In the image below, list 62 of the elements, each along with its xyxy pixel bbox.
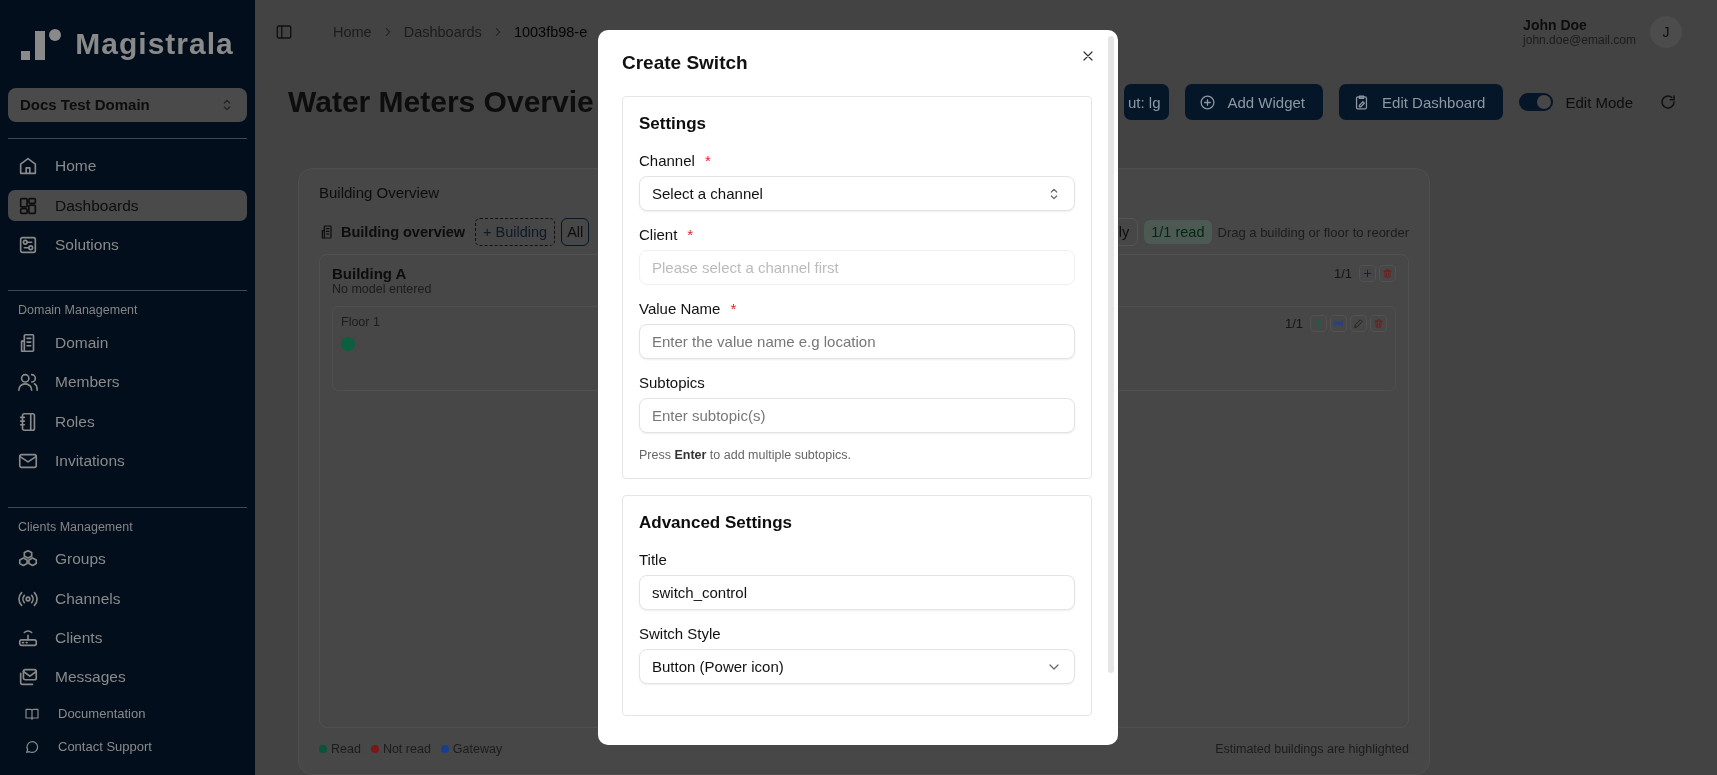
dialog-title: Create Switch bbox=[622, 51, 748, 75]
sidebar-item[interactable]: Home bbox=[8, 150, 247, 182]
sidebar-link[interactable]: Contact Support bbox=[8, 730, 247, 764]
field-label: Switch Style bbox=[639, 625, 721, 642]
read-badge: 1/1 read bbox=[1144, 220, 1212, 244]
required-mark: * bbox=[687, 226, 694, 243]
field-label: Channel bbox=[639, 152, 695, 169]
sidebar-item[interactable]: Clients bbox=[8, 622, 247, 654]
required-mark: * bbox=[704, 152, 711, 169]
scrollbar[interactable] bbox=[1108, 36, 1114, 673]
select-field[interactable]: Button (Power icon) bbox=[639, 649, 1075, 684]
section-label: Building overview bbox=[341, 224, 466, 240]
sidebar-item[interactable]: Solutions bbox=[8, 229, 247, 261]
field-label: Client bbox=[639, 226, 678, 243]
field-label: Value Name bbox=[639, 300, 721, 317]
input-field[interactable]: switch_control bbox=[639, 575, 1075, 610]
sidebar-toggle-icon bbox=[275, 23, 293, 41]
sidebar-item[interactable]: Members bbox=[8, 366, 247, 399]
delete-button[interactable] bbox=[1379, 265, 1396, 282]
input-field[interactable]: Enter the value name e.g location bbox=[639, 324, 1075, 359]
required-mark: * bbox=[730, 300, 737, 317]
router-icon bbox=[17, 627, 39, 649]
section-heading: Domain Management bbox=[17, 302, 139, 320]
chat-icon bbox=[24, 738, 40, 755]
users-icon bbox=[17, 371, 39, 394]
widget-title: Building Overview bbox=[319, 184, 440, 201]
trash-icon bbox=[1373, 318, 1384, 329]
gateway-button[interactable] bbox=[1330, 315, 1347, 332]
panel-title: Settings bbox=[639, 114, 708, 134]
sidebar-item[interactable]: Groups bbox=[8, 543, 247, 575]
action-button[interactable]: Edit Dashboard bbox=[1339, 84, 1504, 120]
add-floor-button[interactable] bbox=[1359, 265, 1376, 282]
trash-icon bbox=[1382, 268, 1393, 279]
meter-dot[interactable] bbox=[341, 337, 355, 351]
panel-title: Advanced Settings bbox=[639, 513, 794, 533]
pencil-icon bbox=[1353, 318, 1364, 329]
section-heading: Clients Management bbox=[17, 518, 134, 536]
plus-icon bbox=[1362, 268, 1373, 279]
action-button[interactable]: Add Widget bbox=[1184, 84, 1324, 120]
edit-mode-toggle[interactable] bbox=[1519, 93, 1554, 111]
field-label: Subtopics bbox=[639, 374, 705, 391]
refresh-icon[interactable] bbox=[1659, 93, 1677, 111]
sidebar-link[interactable]: Documentation bbox=[8, 697, 247, 731]
sidebar-item[interactable]: Domain bbox=[8, 327, 247, 359]
input-field[interactable]: Enter subtopic(s) bbox=[639, 398, 1075, 433]
delete-button[interactable] bbox=[1370, 315, 1387, 332]
sidebar-item[interactable]: Invitations bbox=[8, 445, 247, 477]
logo-text: Magistrala bbox=[75, 27, 234, 62]
select-field[interactable]: Select a channel bbox=[639, 176, 1075, 211]
broadcast-icon bbox=[1333, 318, 1344, 329]
help-text: Press Enter to add multiple subtopics. bbox=[639, 448, 852, 462]
add-meter-button[interactable] bbox=[1310, 315, 1327, 332]
plus-icon bbox=[1313, 318, 1324, 329]
building-name: Building A bbox=[332, 265, 407, 282]
sidebar-item[interactable]: Channels bbox=[8, 582, 247, 615]
sidebar-item[interactable]: Roles bbox=[8, 406, 247, 438]
plus-circle-icon bbox=[1198, 93, 1216, 111]
action-button[interactable]: ut: lg bbox=[1123, 84, 1169, 120]
field-label: Title bbox=[639, 551, 667, 568]
sidebar-item[interactable]: Messages bbox=[8, 661, 247, 694]
building-icon bbox=[319, 224, 335, 240]
edit-button[interactable] bbox=[1350, 315, 1367, 332]
